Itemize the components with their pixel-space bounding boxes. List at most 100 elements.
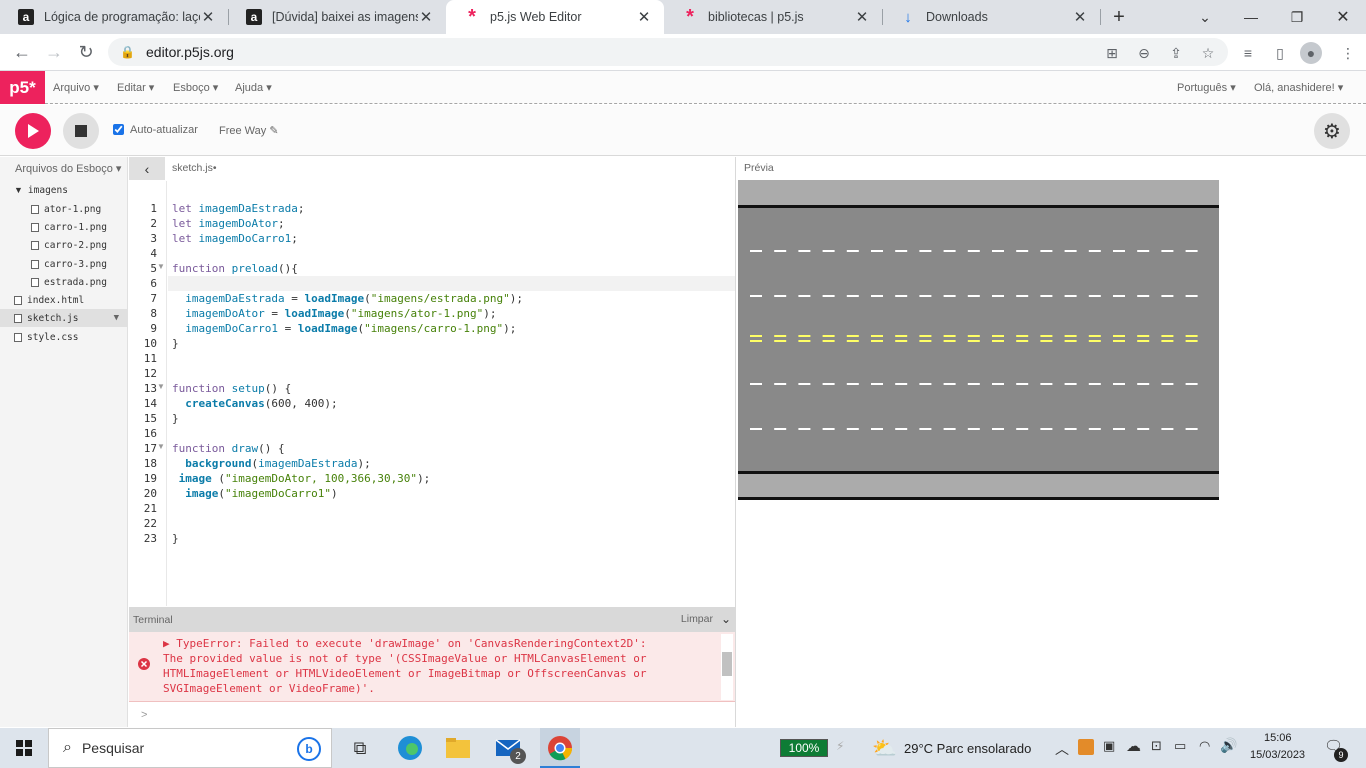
minimize-button[interactable]: — <box>1228 0 1274 34</box>
lane-dash <box>1016 250 1029 252</box>
reading-list-icon[interactable]: ≡ <box>1238 43 1258 63</box>
new-tab-button[interactable]: + <box>1096 0 1142 34</box>
clear-console-button[interactable]: Limpar <box>681 613 713 625</box>
lane-dash <box>774 295 787 297</box>
file-sidebar: Arquivos do Esboço ▾ ▼ imagens ator-1.pn… <box>0 157 128 727</box>
file-item[interactable]: style.css <box>14 328 78 346</box>
stop-button[interactable] <box>63 113 99 149</box>
translate-icon[interactable]: ⊞ <box>1102 43 1122 63</box>
tab-p5-editor[interactable]: * p5.js Web Editor ✕ <box>446 0 664 34</box>
tab-title: p5.js Web Editor <box>490 10 582 24</box>
lane-dash <box>895 295 908 297</box>
tab-search-chevron-icon[interactable]: ⌄ <box>1182 0 1228 34</box>
collapse-sidebar-button[interactable]: ‹ <box>129 157 165 180</box>
code-line: let imagemDaEstrada; <box>172 202 305 215</box>
tab-logica[interactable]: a Lógica de programação: laço ✕ <box>0 0 228 34</box>
taskbar-search[interactable]: ⌕ Pesquisar b <box>48 728 332 768</box>
menu-dots-icon[interactable]: ⋮ <box>1338 43 1358 63</box>
lane-dash <box>1137 428 1150 430</box>
lane-dash <box>1064 383 1077 385</box>
battery-indicator[interactable]: 100% <box>780 739 828 757</box>
file-options-icon[interactable]: ▼ <box>114 313 119 323</box>
tab-downloads[interactable]: ↓ Downloads ✕ <box>882 0 1100 34</box>
line-number: 16 <box>143 427 157 440</box>
console-input[interactable]: > <box>141 709 147 721</box>
volume-icon[interactable]: 🔊 <box>1220 737 1237 754</box>
close-icon[interactable]: ✕ <box>854 8 870 26</box>
bing-icon[interactable]: b <box>297 737 321 761</box>
profile-avatar[interactable]: ● <box>1300 42 1322 64</box>
menu-arquivo[interactable]: Arquivo ▾ <box>53 81 99 94</box>
fold-icon[interactable]: ▼ <box>157 442 165 451</box>
settings-button[interactable]: ⚙ <box>1314 113 1350 149</box>
menu-ajuda[interactable]: Ajuda ▾ <box>235 81 272 94</box>
road-canvas[interactable] <box>738 180 1219 500</box>
chevron-up-icon[interactable]: ︿ <box>1055 739 1069 759</box>
fold-icon[interactable]: ▼ <box>157 382 165 391</box>
menu-editar[interactable]: Editar ▾ <box>117 81 154 94</box>
p5-logo[interactable]: p5* <box>0 71 45 104</box>
url-input[interactable]: 🔒 editor.p5js.org <box>108 38 1228 66</box>
console-scrollbar[interactable] <box>721 634 733 700</box>
code-line: let imagemDoAtor; <box>172 217 285 230</box>
file-item[interactable]: carro-3.png <box>31 255 107 273</box>
menu-esboco[interactable]: Esboço ▾ <box>173 81 218 94</box>
tray-display-icon[interactable]: ⊡ <box>1151 738 1162 754</box>
tab-bibliotecas[interactable]: * bibliotecas | p5.js ✕ <box>664 0 882 34</box>
task-view-icon[interactable]: ⧉ <box>344 732 376 764</box>
close-window-button[interactable]: ✕ <box>1320 0 1366 34</box>
lane-dash <box>919 335 932 337</box>
windows-start-button[interactable] <box>8 732 40 764</box>
file-item[interactable]: carro-1.png <box>31 218 107 236</box>
lane-dash <box>846 340 859 342</box>
file-label: estrada.png <box>44 276 107 288</box>
reload-button[interactable]: ↻ <box>72 40 100 64</box>
tray-app-icon[interactable] <box>1078 739 1094 755</box>
sketch-name[interactable]: Free Way ✎ <box>219 124 279 137</box>
clock-date[interactable]: 15/03/2023 <box>1250 749 1305 761</box>
close-icon[interactable]: ✕ <box>1072 8 1088 26</box>
play-button[interactable] <box>15 113 51 149</box>
close-icon[interactable]: ✕ <box>418 8 434 26</box>
onedrive-icon[interactable]: ☁ <box>1126 737 1141 755</box>
close-icon[interactable]: ✕ <box>200 8 216 26</box>
folder-imagens[interactable]: ▼ imagens <box>14 181 68 199</box>
close-icon[interactable]: ✕ <box>636 8 652 26</box>
file-item[interactable]: carro-2.png <box>31 236 107 254</box>
chrome-icon[interactable] <box>540 728 580 768</box>
battery-icon[interactable]: ▭ <box>1174 738 1186 754</box>
bookmark-star-icon[interactable]: ☆ <box>1198 43 1218 63</box>
lane-dash <box>750 340 762 342</box>
edge-icon[interactable] <box>394 732 426 764</box>
clock-time[interactable]: 15:06 <box>1264 732 1292 744</box>
file-item[interactable]: index.html <box>14 291 84 309</box>
side-panel-icon[interactable]: ▯ <box>1270 43 1290 63</box>
file-icon <box>31 222 39 232</box>
share-icon[interactable]: ⇪ <box>1166 43 1186 63</box>
forward-button[interactable]: → <box>40 40 68 64</box>
tray-video-icon[interactable]: ▣ <box>1103 738 1115 754</box>
file-label: style.css <box>27 331 79 343</box>
file-item-selected[interactable]: sketch.js ▼ <box>0 309 127 327</box>
code-editor[interactable]: 1 2 3 4 5 6 7 8 9 10 11 12 13 14 15 16 17 18 19 20 21 22 23 ▼ … <box>129 181 735 606</box>
file-explorer-icon[interactable] <box>442 732 474 764</box>
file-item[interactable]: ator-1.png <box>31 200 101 218</box>
back-button[interactable]: ← <box>8 40 36 64</box>
sidebar-header[interactable]: Arquivos do Esboço ▾ <box>0 157 127 179</box>
lane-dash <box>871 340 883 342</box>
lane-dash <box>895 340 908 342</box>
fold-icon[interactable]: ▼ <box>157 262 165 271</box>
file-item[interactable]: estrada.png <box>31 273 107 291</box>
mail-icon[interactable]: 2 <box>492 732 526 764</box>
language-menu[interactable]: Português ▾ <box>1177 81 1236 94</box>
weather-text[interactable]: 29°C Parc ensolarado <box>904 741 1031 756</box>
auto-refresh-checkbox[interactable] <box>113 124 124 135</box>
code-line: function setup() { <box>172 382 292 395</box>
zoom-icon[interactable]: ⊖ <box>1134 43 1154 63</box>
wifi-icon[interactable]: ◠ <box>1199 738 1210 754</box>
tab-duvida[interactable]: a [Dúvida] baixei as imagens e ✕ <box>228 0 446 34</box>
weather-icon[interactable]: ⛅ <box>872 736 897 761</box>
user-menu[interactable]: Olá, anashidere! ▾ <box>1254 81 1343 94</box>
restore-button[interactable]: ❐ <box>1274 0 1320 34</box>
chevron-down-icon[interactable]: ⌄ <box>721 612 731 626</box>
